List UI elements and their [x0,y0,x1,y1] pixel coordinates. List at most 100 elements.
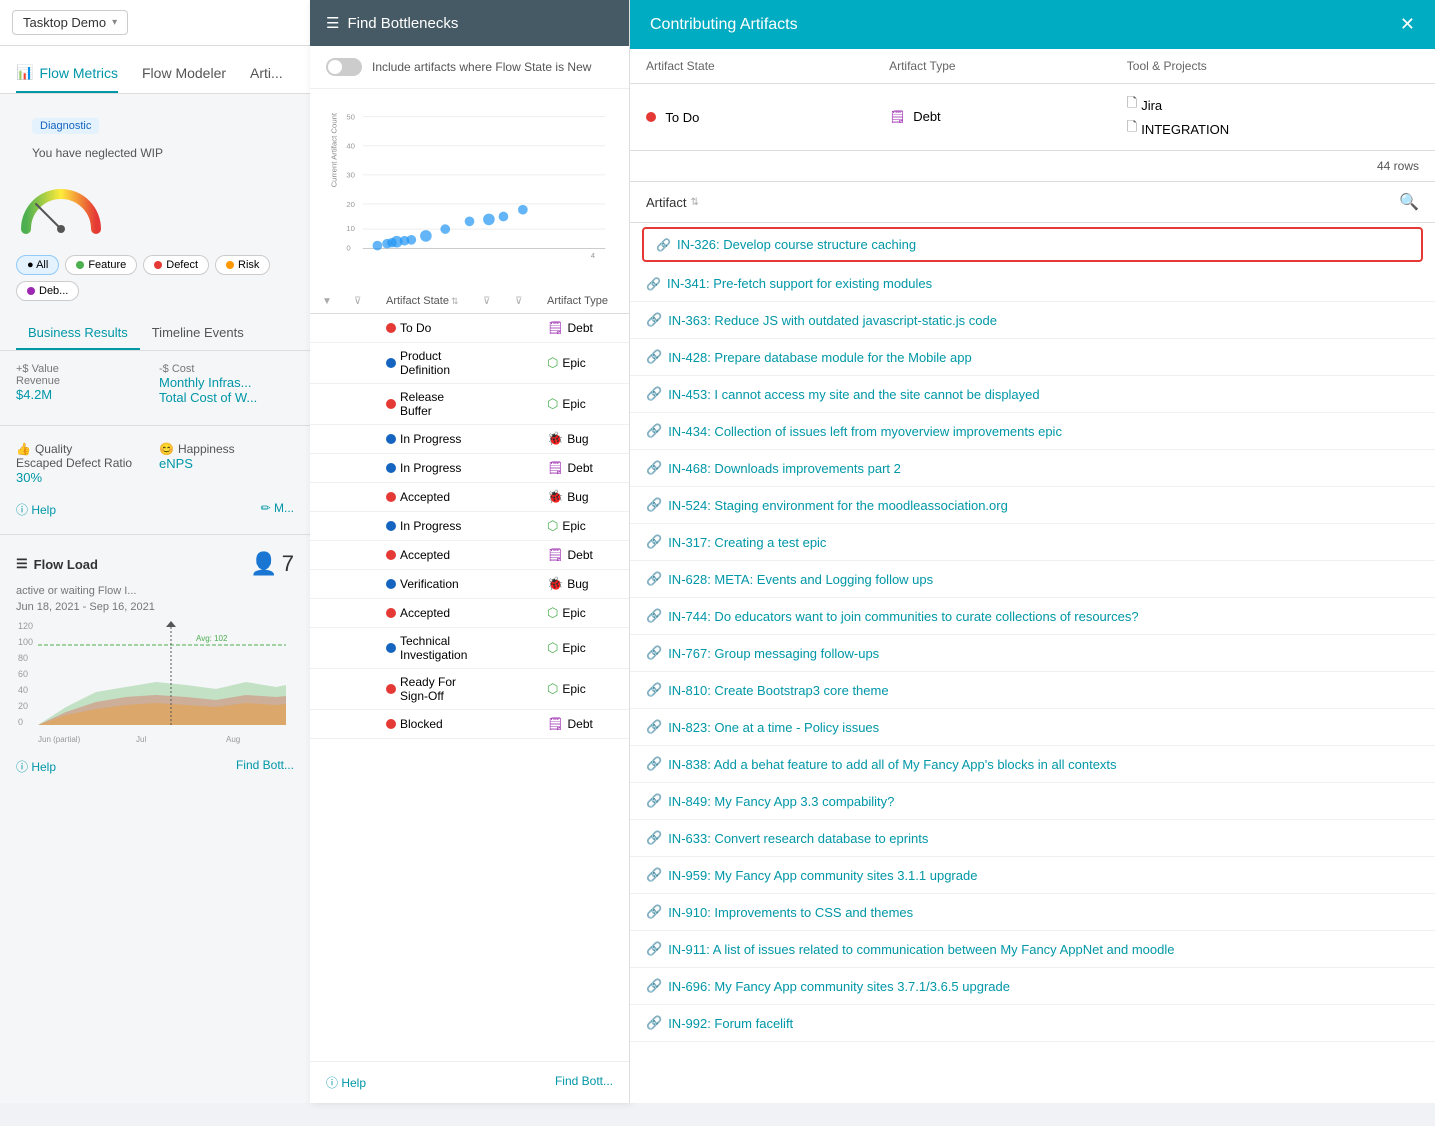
chart-date: Jun 18, 2021 - Sep 16, 2021 [16,601,294,613]
flow-load-icon: ☰ [16,556,28,572]
tab-timeline-events[interactable]: Timeline Events [140,317,256,350]
find-bottlenecks-link[interactable]: Find Bott... [236,758,294,775]
app-selector[interactable]: Tasktop Demo ▾ [12,10,128,35]
chip-risk[interactable]: Risk [215,255,270,275]
artifact-type-header: Artifact Type [547,295,617,307]
artifact-link-in317[interactable]: 🔗 IN-317: Creating a test epic [646,534,826,550]
sub-tabs: Business Results Timeline Events [0,317,310,351]
tab-flow-metrics[interactable]: 📊 Flow Metrics [16,52,118,93]
rows-count: 44 rows [630,151,1435,182]
state-dot-red [386,684,396,694]
flow-state-toggle[interactable] [326,58,362,76]
value-label: +$ Value [16,363,151,375]
svg-text:Jul: Jul [136,735,146,744]
link-icon: 🔗 [646,1015,662,1031]
monthly-infras[interactable]: Monthly Infras... [159,375,294,390]
artifact-link-in468[interactable]: 🔗 IN-468: Downloads improvements part 2 [646,460,901,476]
link-icon: 🔗 [646,349,662,365]
search-icon[interactable]: 🔍 [1399,192,1419,212]
filter-type-cell: 🗒 Debt [873,84,1111,151]
artifact-link-in633[interactable]: 🔗 IN-633: Convert research database to e… [646,830,928,846]
link-icon: 🔗 [646,978,662,994]
table-header-row: ▼ ⊽ Artifact State ⇅ ⊽ ⊽ Artifact Type [310,289,629,314]
total-cost[interactable]: Total Cost of W... [159,390,294,405]
table-row: Accepted 🐞 Bug [310,483,629,512]
state-dot-blue [386,434,396,444]
artifact-link-in341[interactable]: 🔗 IN-341: Pre-fetch support for existing… [646,276,932,291]
artifact-link-in823[interactable]: 🔗 IN-823: One at a time - Policy issues [646,719,879,735]
link-icon: 🔗 [646,423,662,439]
artifact-link-in326[interactable]: 🔗 IN-326: Develop course structure cachi… [656,237,916,252]
help-link-bottom[interactable]: ⓘ Help [16,758,56,775]
find-bottlenecks-footer[interactable]: Find Bott... [555,1074,613,1091]
jira-icon: 🗋 [1127,94,1137,116]
sort-caret[interactable]: ⇅ [690,197,698,208]
artifact-link-in810[interactable]: 🔗 IN-810: Create Bootstrap3 core theme [646,682,889,698]
link-icon: 🔗 [646,386,662,402]
chip-risk-label: Risk [238,259,259,271]
artifact-state-col-header: Artifact State [630,49,873,84]
tab-business-results[interactable]: Business Results [16,317,140,350]
close-button[interactable]: ✕ [1400,14,1415,35]
bottom-help-row: ⓘ Help Find Bott... [310,1061,629,1103]
filter-icon-4[interactable]: ⊽ [515,296,543,307]
chip-feature[interactable]: Feature [65,255,137,275]
filter-icon-1[interactable]: ▼ [322,296,350,307]
revenue-value[interactable]: $4.2M [16,387,151,402]
artifact-link-in696[interactable]: 🔗 IN-696: My Fancy App community sites 3… [646,978,1010,994]
tool-item-jira: 🗋 Jira [1127,94,1419,116]
escaped-defect-label: Escaped Defect Ratio [16,456,151,470]
table-row: Accepted ⬡ Epic [310,599,629,628]
filter-row: To Do 🗒 Debt 🗋 Jira 🗋 INTEGRATION [630,84,1435,151]
link-icon: 🔗 [646,645,662,661]
integration-icon: 🗋 [1127,118,1137,140]
artifact-link-in363[interactable]: 🔗 IN-363: Reduce JS with outdated javasc… [646,312,997,328]
bug-icon-2: 🐞 [547,489,563,505]
risk-dot [226,261,234,269]
artifact-link-in911[interactable]: 🔗 IN-911: A list of issues related to co… [646,941,1175,957]
svg-text:0: 0 [346,243,350,252]
chip-defect[interactable]: Defect [143,255,209,275]
artifact-link-in434[interactable]: 🔗 IN-434: Collection of issues left from… [646,423,1062,439]
svg-text:60: 60 [18,669,28,679]
type-cell: 🐞 Bug [547,576,617,592]
state-cell: Product Definition [386,349,479,377]
defect-dot [154,261,162,269]
artifact-link-in910[interactable]: 🔗 IN-910: Improvements to CSS and themes [646,904,913,920]
flow-load-label: Flow Load [34,557,98,572]
artifact-link-in744[interactable]: 🔗 IN-744: Do educators want to join comm… [646,608,1139,624]
type-cell: 🐞 Bug [547,431,617,447]
artifact-state-header[interactable]: Artifact State ⇅ [386,295,479,307]
chip-feature-label: Feature [88,259,126,271]
scatter-chart-container: Current Artifact Count 50 40 30 20 10 0 [310,89,629,289]
artifact-link-in849[interactable]: 🔗 IN-849: My Fancy App 3.3 compability? [646,793,894,809]
enps-value[interactable]: eNPS [159,456,294,471]
state-cell: Ready For Sign-Off [386,675,479,703]
tab-flow-modeler[interactable]: Flow Modeler [142,53,226,93]
flow-load-count: 👤 7 [250,551,294,577]
artifact-link-in428[interactable]: 🔗 IN-428: Prepare database module for th… [646,349,972,365]
state-dot-red [386,550,396,560]
artifact-link-in959[interactable]: 🔗 IN-959: My Fancy App community sites 3… [646,867,977,883]
artifact-link-in628[interactable]: 🔗 IN-628: META: Events and Logging follo… [646,571,933,587]
svg-text:4: 4 [591,251,596,260]
metrics-link[interactable]: ✏ M... [261,501,294,518]
filter-icon-3[interactable]: ⊽ [483,296,511,307]
artifact-link-in838[interactable]: 🔗 IN-838: Add a behat feature to add all… [646,756,1117,772]
escaped-defect-value[interactable]: 30% [16,470,151,485]
chip-debt[interactable]: Deb... [16,281,79,301]
artifact-link-in767[interactable]: 🔗 IN-767: Group messaging follow-ups [646,645,879,661]
contributing-artifacts-panel: Contributing Artifacts ✕ Artifact State … [630,0,1435,1103]
artifact-link-in992[interactable]: 🔗 IN-992: Forum facelift [646,1015,793,1031]
help-link-top[interactable]: ⓘ Help [16,501,56,518]
find-bottlenecks-panel: ☰ Find Bottlenecks Include artifacts whe… [310,0,630,1103]
filter-icon-2[interactable]: ⊽ [354,296,382,307]
filter-chips: ● All Feature Defect Risk Deb... [0,247,310,309]
chip-all[interactable]: ● All [16,255,59,275]
svg-text:10: 10 [346,224,355,233]
tab-arti[interactable]: Arti... [250,53,283,93]
help-link-panel[interactable]: ⓘ Help [326,1074,366,1091]
artifact-link-in524[interactable]: 🔗 IN-524: Staging environment for the mo… [646,497,1008,513]
table-row: Product Definition ⬡ Epic [310,343,629,384]
artifact-link-in453[interactable]: 🔗 IN-453: I cannot access my site and th… [646,386,1040,402]
